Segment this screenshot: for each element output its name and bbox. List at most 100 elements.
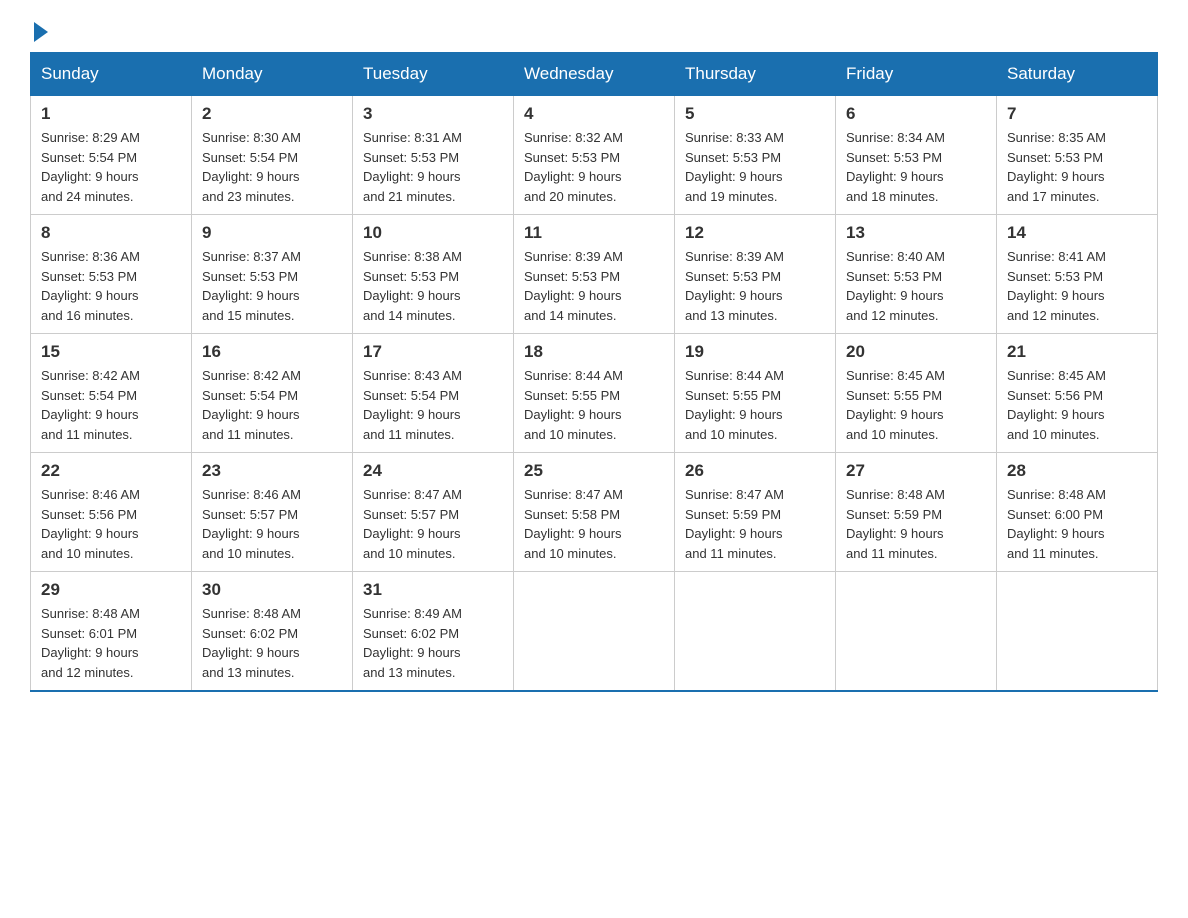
day-info: Sunrise: 8:47 AMSunset: 5:58 PMDaylight:…: [524, 485, 664, 563]
calendar-week-row: 8 Sunrise: 8:36 AMSunset: 5:53 PMDaylight…: [31, 215, 1158, 334]
day-info: Sunrise: 8:40 AMSunset: 5:53 PMDaylight:…: [846, 247, 986, 325]
day-number: 10: [363, 223, 503, 243]
day-number: 3: [363, 104, 503, 124]
weekday-header-friday: Friday: [836, 53, 997, 95]
day-number: 23: [202, 461, 342, 481]
calendar-table: SundayMondayTuesdayWednesdayThursdayFrid…: [30, 52, 1158, 692]
calendar-cell: 23 Sunrise: 8:46 AMSunset: 5:57 PMDayligh…: [192, 453, 353, 572]
day-info: Sunrise: 8:48 AMSunset: 6:00 PMDaylight:…: [1007, 485, 1147, 563]
day-number: 17: [363, 342, 503, 362]
day-number: 31: [363, 580, 503, 600]
calendar-week-row: 22 Sunrise: 8:46 AMSunset: 5:56 PMDayligh…: [31, 453, 1158, 572]
day-info: Sunrise: 8:47 AMSunset: 5:59 PMDaylight:…: [685, 485, 825, 563]
day-number: 20: [846, 342, 986, 362]
day-number: 1: [41, 104, 181, 124]
page-header: [30, 20, 1158, 42]
day-number: 5: [685, 104, 825, 124]
day-number: 21: [1007, 342, 1147, 362]
calendar-cell: 10 Sunrise: 8:38 AMSunset: 5:53 PMDayligh…: [353, 215, 514, 334]
weekday-header-thursday: Thursday: [675, 53, 836, 95]
day-number: 24: [363, 461, 503, 481]
calendar-cell: 5 Sunrise: 8:33 AMSunset: 5:53 PMDaylight…: [675, 95, 836, 215]
day-info: Sunrise: 8:36 AMSunset: 5:53 PMDaylight:…: [41, 247, 181, 325]
day-info: Sunrise: 8:30 AMSunset: 5:54 PMDaylight:…: [202, 128, 342, 206]
day-info: Sunrise: 8:45 AMSunset: 5:55 PMDaylight:…: [846, 366, 986, 444]
day-info: Sunrise: 8:39 AMSunset: 5:53 PMDaylight:…: [524, 247, 664, 325]
day-number: 11: [524, 223, 664, 243]
calendar-cell: 7Sunrise: 8:35 AMSunset: 5:53 PMDaylight…: [997, 95, 1158, 215]
day-number: 25: [524, 461, 664, 481]
day-number: 14: [1007, 223, 1147, 243]
day-number: 19: [685, 342, 825, 362]
calendar-cell: 30 Sunrise: 8:48 AMSunset: 6:02 PMDayligh…: [192, 572, 353, 692]
day-info: Sunrise: 8:44 AMSunset: 5:55 PMDaylight:…: [685, 366, 825, 444]
day-info: Sunrise: 8:47 AMSunset: 5:57 PMDaylight:…: [363, 485, 503, 563]
calendar-week-row: 1 Sunrise: 8:29 AMSunset: 5:54 PMDaylight…: [31, 95, 1158, 215]
day-info: Sunrise: 8:46 AMSunset: 5:57 PMDaylight:…: [202, 485, 342, 563]
logo: [30, 20, 48, 42]
calendar-week-row: 29Sunrise: 8:48 AMSunset: 6:01 PMDayligh…: [31, 572, 1158, 692]
day-number: 22: [41, 461, 181, 481]
calendar-cell: 6 Sunrise: 8:34 AMSunset: 5:53 PMDaylight…: [836, 95, 997, 215]
day-info: Sunrise: 8:39 AMSunset: 5:53 PMDaylight:…: [685, 247, 825, 325]
day-info: Sunrise: 8:42 AMSunset: 5:54 PMDaylight:…: [202, 366, 342, 444]
calendar-cell: 31 Sunrise: 8:49 AMSunset: 6:02 PMDayligh…: [353, 572, 514, 692]
day-number: 6: [846, 104, 986, 124]
calendar-cell: 15 Sunrise: 8:42 AMSunset: 5:54 PMDayligh…: [31, 334, 192, 453]
day-number: 9: [202, 223, 342, 243]
day-info: Sunrise: 8:43 AMSunset: 5:54 PMDaylight:…: [363, 366, 503, 444]
calendar-cell: 13 Sunrise: 8:40 AMSunset: 5:53 PMDayligh…: [836, 215, 997, 334]
day-number: 30: [202, 580, 342, 600]
day-info: Sunrise: 8:33 AMSunset: 5:53 PMDaylight:…: [685, 128, 825, 206]
day-number: 13: [846, 223, 986, 243]
day-info: Sunrise: 8:44 AMSunset: 5:55 PMDaylight:…: [524, 366, 664, 444]
day-number: 2: [202, 104, 342, 124]
calendar-cell: [836, 572, 997, 692]
calendar-cell: 20 Sunrise: 8:45 AMSunset: 5:55 PMDayligh…: [836, 334, 997, 453]
calendar-cell: 9Sunrise: 8:37 AMSunset: 5:53 PMDaylight…: [192, 215, 353, 334]
calendar-week-row: 15 Sunrise: 8:42 AMSunset: 5:54 PMDayligh…: [31, 334, 1158, 453]
day-info: Sunrise: 8:34 AMSunset: 5:53 PMDaylight:…: [846, 128, 986, 206]
day-number: 12: [685, 223, 825, 243]
day-number: 26: [685, 461, 825, 481]
calendar-cell: [675, 572, 836, 692]
calendar-header-row: SundayMondayTuesdayWednesdayThursdayFrid…: [31, 53, 1158, 95]
day-info: Sunrise: 8:49 AMSunset: 6:02 PMDaylight:…: [363, 604, 503, 682]
day-info: Sunrise: 8:32 AMSunset: 5:53 PMDaylight:…: [524, 128, 664, 206]
day-info: Sunrise: 8:45 AMSunset: 5:56 PMDaylight:…: [1007, 366, 1147, 444]
calendar-cell: 14Sunrise: 8:41 AMSunset: 5:53 PMDayligh…: [997, 215, 1158, 334]
calendar-cell: 12 Sunrise: 8:39 AMSunset: 5:53 PMDayligh…: [675, 215, 836, 334]
calendar-cell: 25 Sunrise: 8:47 AMSunset: 5:58 PMDayligh…: [514, 453, 675, 572]
calendar-cell: 26 Sunrise: 8:47 AMSunset: 5:59 PMDayligh…: [675, 453, 836, 572]
calendar-cell: 27Sunrise: 8:48 AMSunset: 5:59 PMDayligh…: [836, 453, 997, 572]
weekday-header-saturday: Saturday: [997, 53, 1158, 95]
day-number: 28: [1007, 461, 1147, 481]
day-number: 8: [41, 223, 181, 243]
calendar-cell: 29Sunrise: 8:48 AMSunset: 6:01 PMDayligh…: [31, 572, 192, 692]
day-info: Sunrise: 8:31 AMSunset: 5:53 PMDaylight:…: [363, 128, 503, 206]
weekday-header-monday: Monday: [192, 53, 353, 95]
day-number: 27: [846, 461, 986, 481]
day-info: Sunrise: 8:42 AMSunset: 5:54 PMDaylight:…: [41, 366, 181, 444]
day-number: 18: [524, 342, 664, 362]
calendar-cell: 22 Sunrise: 8:46 AMSunset: 5:56 PMDayligh…: [31, 453, 192, 572]
calendar-cell: 1 Sunrise: 8:29 AMSunset: 5:54 PMDaylight…: [31, 95, 192, 215]
day-number: 7: [1007, 104, 1147, 124]
logo-arrow-icon: [34, 22, 48, 42]
weekday-header-tuesday: Tuesday: [353, 53, 514, 95]
day-number: 4: [524, 104, 664, 124]
day-info: Sunrise: 8:38 AMSunset: 5:53 PMDaylight:…: [363, 247, 503, 325]
day-number: 15: [41, 342, 181, 362]
day-info: Sunrise: 8:46 AMSunset: 5:56 PMDaylight:…: [41, 485, 181, 563]
calendar-cell: 2 Sunrise: 8:30 AMSunset: 5:54 PMDaylight…: [192, 95, 353, 215]
day-info: Sunrise: 8:48 AMSunset: 6:02 PMDaylight:…: [202, 604, 342, 682]
calendar-cell: 3 Sunrise: 8:31 AMSunset: 5:53 PMDaylight…: [353, 95, 514, 215]
calendar-cell: 19 Sunrise: 8:44 AMSunset: 5:55 PMDayligh…: [675, 334, 836, 453]
weekday-header-wednesday: Wednesday: [514, 53, 675, 95]
calendar-cell: 11 Sunrise: 8:39 AMSunset: 5:53 PMDayligh…: [514, 215, 675, 334]
weekday-header-sunday: Sunday: [31, 53, 192, 95]
calendar-cell: 18 Sunrise: 8:44 AMSunset: 5:55 PMDayligh…: [514, 334, 675, 453]
calendar-cell: 24 Sunrise: 8:47 AMSunset: 5:57 PMDayligh…: [353, 453, 514, 572]
day-info: Sunrise: 8:29 AMSunset: 5:54 PMDaylight:…: [41, 128, 181, 206]
calendar-cell: 8 Sunrise: 8:36 AMSunset: 5:53 PMDaylight…: [31, 215, 192, 334]
